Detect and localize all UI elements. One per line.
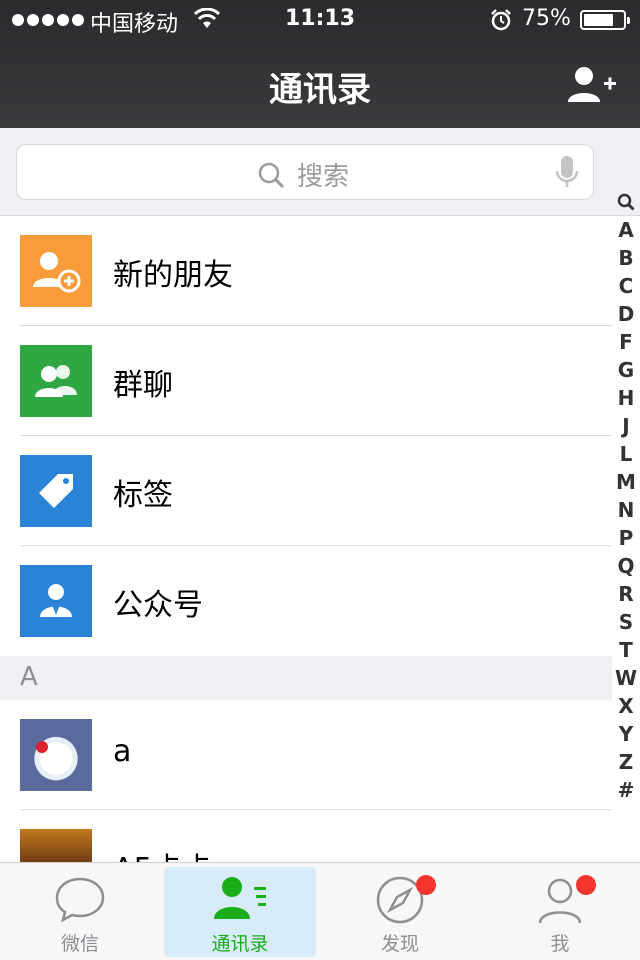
tags-thumb [20,455,92,527]
tags-label: 标签 [113,478,173,513]
section-letter: A [20,662,38,692]
index-letter[interactable]: G [612,356,640,384]
tab-me[interactable]: 我 [484,867,636,957]
group-chat-label: 群聊 [113,368,173,403]
tab-chats[interactable]: 微信 [4,867,156,957]
index-letter[interactable]: Q [612,552,640,580]
group-chat-item[interactable]: 群聊 [0,326,612,436]
tab-contacts[interactable]: 通讯录 [164,867,316,957]
tag-icon [39,474,73,508]
index-letter[interactable]: A [612,216,640,244]
index-letter[interactable]: B [612,244,640,272]
official-accounts-thumb [20,565,92,637]
new-friends-thumb [20,235,92,307]
index-letter[interactable]: L [612,440,640,468]
new-friends-label: 新的朋友 [113,258,233,293]
index-letter[interactable]: S [612,608,640,636]
page-title: 通讯录 [269,70,371,110]
chat-bubble-icon [55,877,105,923]
avatar [20,719,92,791]
tab-label: 我 [550,933,570,955]
search-placeholder: 搜索 [297,162,350,192]
index-letter[interactable]: D [612,300,640,328]
battery-icon [580,10,630,30]
index-letter[interactable]: R [612,580,640,608]
index-letter[interactable]: M [612,468,640,496]
index-letter[interactable]: C [612,272,640,300]
contact-name: a [113,734,132,769]
index-letter[interactable]: X [612,692,640,720]
status-bar: 中国移动 11:13 75% [0,0,640,40]
index-search-icon[interactable] [612,188,640,216]
tab-label: 微信 [60,933,99,955]
microphone-icon[interactable] [555,155,579,189]
tab-label: 发现 [380,933,419,955]
new-friends-item[interactable]: 新的朋友 [0,216,612,326]
section-header-a: A [0,656,612,700]
index-letter[interactable]: Z [612,748,640,776]
tab-discover[interactable]: 发现 [324,867,476,957]
contact-list: 新的朋友 群聊 标签 公众号 A a [0,216,612,920]
tab-label: 通讯录 [211,933,269,955]
official-accounts-label: 公众号 [113,588,203,623]
official-account-icon [40,584,72,617]
search-icon [258,162,285,188]
group-chat-icon [35,365,77,397]
battery-percent: 75% [522,6,571,31]
alphabet-index[interactable]: A B C D F G H J L M N P Q R S T W X Y Z … [612,188,640,804]
top-bar: 中国移动 11:13 75% 通讯录 [0,0,640,128]
search-input[interactable]: 搜索 [16,144,594,200]
contact-row[interactable]: a [0,700,612,810]
discover-badge [416,875,436,895]
contacts-icon [214,877,266,919]
add-contact-icon[interactable] [566,64,618,104]
index-letter[interactable]: P [612,524,640,552]
index-letter[interactable]: W [612,664,640,692]
index-letter[interactable]: # [612,776,640,804]
index-letter[interactable]: T [612,636,640,664]
tab-bar: 微信 通讯录 发现 我 [0,862,640,960]
group-chat-thumb [20,345,92,417]
index-letter[interactable]: Y [612,720,640,748]
add-friend-icon [33,252,81,293]
search-area: 搜索 [0,128,640,216]
alarm-icon [491,9,511,31]
index-letter[interactable]: F [612,328,640,356]
official-accounts-item[interactable]: 公众号 [0,546,612,656]
index-letter[interactable]: H [612,384,640,412]
tags-item[interactable]: 标签 [0,436,612,546]
index-letter[interactable]: J [612,412,640,440]
index-letter[interactable]: N [612,496,640,524]
me-badge [576,875,596,895]
